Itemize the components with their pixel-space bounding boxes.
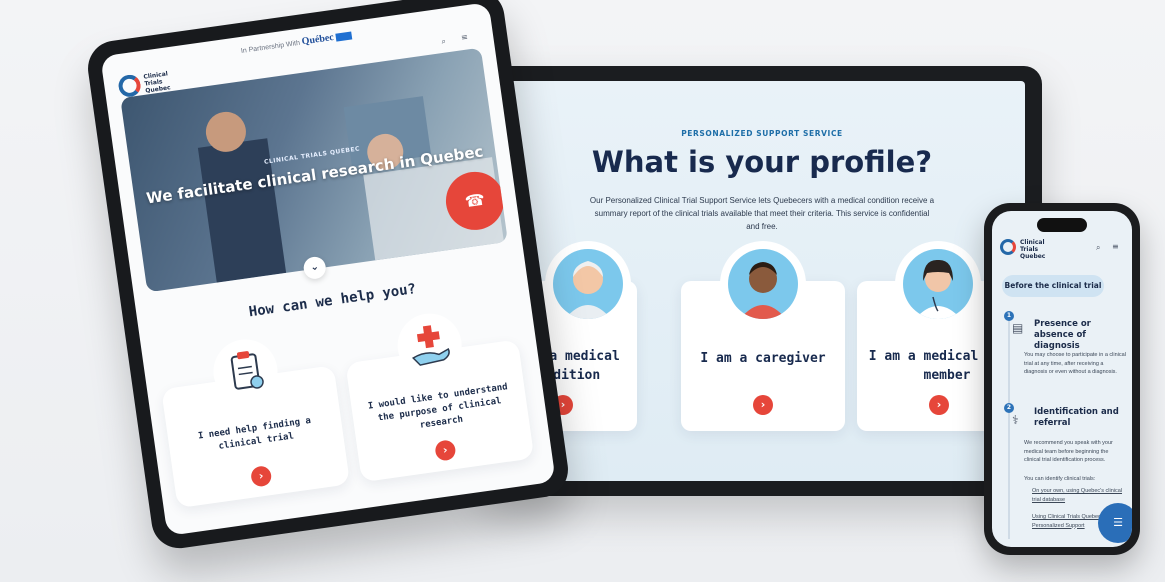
document-icon: ▤ [1012,321,1024,335]
doctor-icon: ⚕ [1012,413,1019,427]
tablet-device: In Partnership With Québec Clinical Tria… [40,0,600,552]
logo-icon[interactable] [117,73,143,99]
site-logo[interactable]: Clinical Trials Quebec [1020,239,1045,260]
doctor-avatar-icon [903,249,973,319]
card-label: I would like to understand the purpose o… [367,382,509,431]
arrow-right-icon[interactable]: › [249,465,273,488]
link-database[interactable]: On your own, using Quebec's clinical tri… [1032,487,1128,504]
search-icon[interactable]: ⌕ [1096,243,1100,253]
step-number: 1 [1004,311,1014,321]
hand-cross-icon [393,309,466,382]
smartphone-device: Clinical Trials Quebec ⌕ ≡ Before the cl… [984,203,1140,555]
quebec-flag-icon [335,31,353,42]
tablet-frame: In Partnership With Québec Clinical Tria… [84,0,572,552]
step-subtext: You can identify clinical trials: [1024,476,1096,482]
tablet-screen: In Partnership With Québec Clinical Tria… [100,2,556,536]
arrow-right-icon[interactable]: › [929,395,949,415]
avatar-bubble [895,241,981,327]
avatar-bubble [720,241,806,327]
menu-icon[interactable]: ≡ [460,32,468,42]
logo-icon[interactable] [1000,239,1016,255]
man-avatar-icon [728,249,798,319]
arrow-right-icon[interactable]: › [753,395,773,415]
step-number: 2 [1004,403,1014,413]
menu-icon[interactable]: ≡ [1112,242,1119,251]
step-title: Presence or absence of diagnosis [1034,319,1091,351]
section-pill: Before the clinical trial [1002,275,1104,297]
logo-line: Trials [1020,246,1039,253]
chat-button-icon[interactable]: ☰ [1098,503,1132,543]
card-label: I need help finding a clinical trial [197,415,312,452]
hero-banner: CLINICAL TRIALS QUEBEC We facilitate cli… [120,47,508,293]
profile-label: I am a caregiver [700,351,826,366]
search-icon[interactable]: ⌕ [441,36,447,47]
page-description: Our Personalized Clinical Trial Support … [589,196,935,231]
step-description: We recommend you speak with your medical… [1024,440,1113,463]
phone-screen: Clinical Trials Quebec ⌕ ≡ Before the cl… [992,211,1132,547]
timeline-line [1008,319,1010,539]
step-description: You may choose to participate in a clini… [1024,352,1126,375]
logo-line: Clinical [1020,239,1045,246]
dynamic-island [1037,218,1087,232]
arrow-right-icon[interactable]: › [434,439,457,462]
logo-line: Quebec [1020,253,1046,260]
clipboard-icon [209,335,282,408]
partner-brand: Québec [301,32,335,48]
partner-text: In Partnership With [240,39,301,55]
step-title: Identification and referral [1034,407,1119,428]
